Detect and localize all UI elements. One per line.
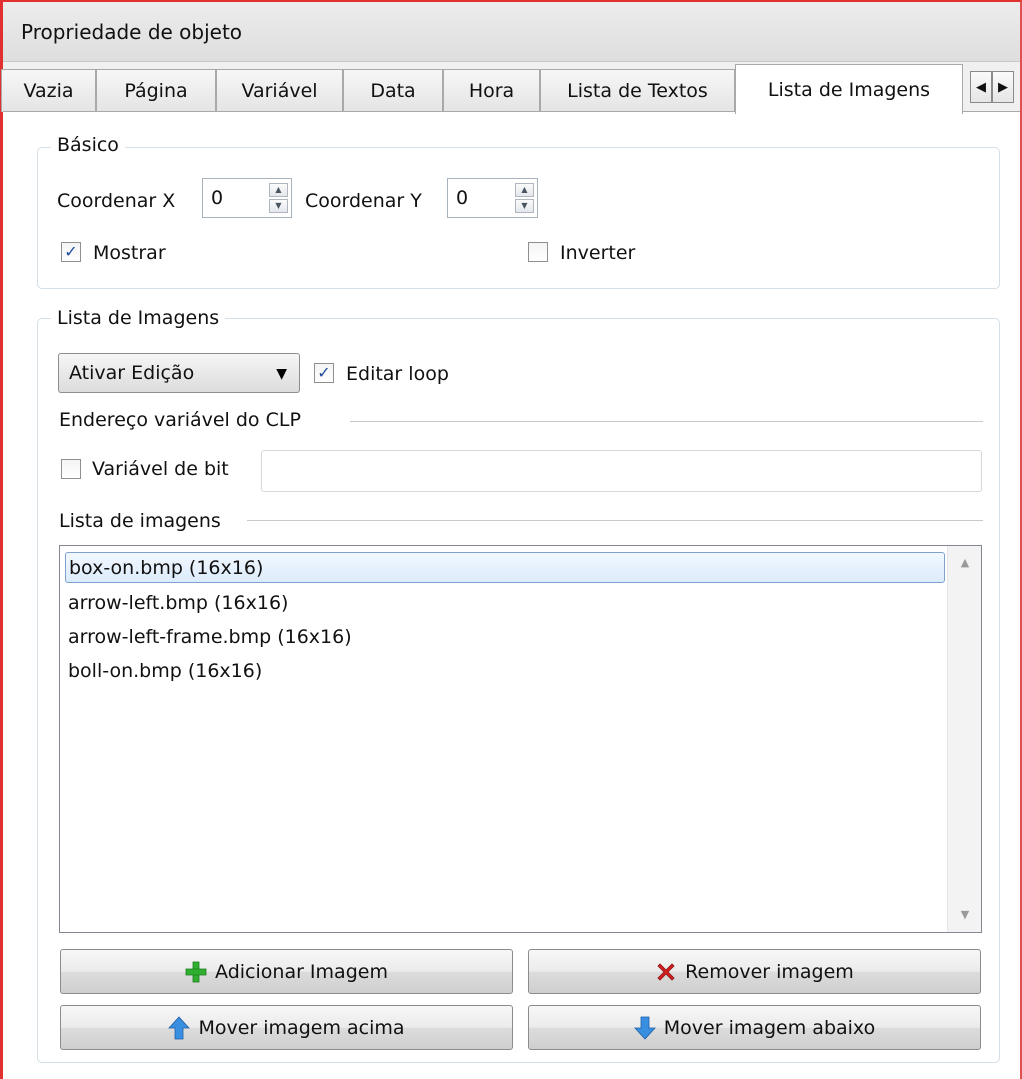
scroll-up-icon[interactable]: ▲: [948, 548, 982, 578]
tab-variavel[interactable]: Variável: [216, 69, 343, 112]
red-x-icon: [657, 962, 675, 981]
tab-label: Lista de Textos: [567, 80, 708, 102]
chevron-down-icon: ▼: [276, 366, 287, 382]
list-item-label: box-on.bmp (16x16): [69, 556, 264, 579]
tab-hora[interactable]: Hora: [443, 69, 540, 112]
mostrar-checkbox[interactable]: ✓: [61, 242, 81, 262]
spin-down-icon[interactable]: ▼: [515, 199, 534, 213]
arrow-up-icon: [168, 1015, 191, 1039]
checkmark-icon: ✓: [317, 363, 331, 382]
basico-group: [37, 147, 1000, 289]
tab-label: Página: [124, 80, 188, 102]
coord-x-spinbox[interactable]: 0 ▲ ▼: [202, 178, 292, 218]
lista-separator: [247, 520, 983, 521]
plus-icon: [185, 961, 207, 982]
mode-select-value: Ativar Edição: [69, 362, 195, 384]
list-item[interactable]: arrow-left-frame.bmp (16x16): [65, 621, 945, 652]
inverter-checkbox[interactable]: [528, 242, 548, 262]
list-item[interactable]: boll-on.bmp (16x16): [65, 655, 945, 686]
coord-y-value: 0: [456, 187, 469, 209]
basico-group-title: Básico: [51, 134, 125, 156]
tab-label: Data: [370, 80, 416, 102]
move-down-button[interactable]: Mover imagem abaixo: [528, 1005, 981, 1050]
tab-lista-de-textos[interactable]: Lista de Textos: [540, 69, 735, 112]
endereco-separator: [350, 421, 983, 422]
tab-label: Hora: [468, 80, 515, 102]
spin-down-icon[interactable]: ▼: [269, 199, 288, 213]
list-item[interactable]: box-on.bmp (16x16): [65, 552, 945, 583]
tab-content: Básico Coordenar X 0 ▲ ▼ Coordenar Y 0 ▲ ▼…: [3, 111, 1020, 1079]
list-item-label: boll-on.bmp (16x16): [68, 659, 263, 682]
arrow-down-icon: [633, 1016, 656, 1040]
coord-y-spinbox[interactable]: 0 ▲ ▼: [447, 178, 538, 218]
tab-lista-de-imagens[interactable]: Lista de Imagens: [735, 64, 963, 114]
spin-up-icon[interactable]: ▲: [269, 183, 288, 197]
coord-y-label: Coordenar Y: [305, 190, 422, 212]
add-image-label: Adicionar Imagem: [215, 960, 388, 983]
scroll-down-icon[interactable]: ▼: [948, 900, 982, 930]
image-listbox[interactable]: box-on.bmp (16x16) arrow-left.bmp (16x16…: [59, 545, 982, 933]
tab-pagina[interactable]: Página: [96, 69, 216, 112]
lista-imagens-group-title: Lista de Imagens: [51, 307, 226, 329]
editar-loop-label: Editar loop: [346, 363, 449, 385]
add-image-button[interactable]: Adicionar Imagem: [60, 949, 513, 994]
lista-label: Lista de imagens: [59, 510, 221, 532]
variavel-bit-input[interactable]: [261, 450, 982, 492]
list-scrollbar[interactable]: ▲ ▼: [947, 546, 981, 932]
remove-image-label: Remover imagem: [685, 960, 854, 983]
list-item[interactable]: arrow-left.bmp (16x16): [65, 587, 945, 618]
checkmark-icon: ✓: [64, 242, 78, 261]
tab-label: Lista de Imagens: [767, 78, 931, 101]
coord-x-label: Coordenar X: [57, 190, 176, 212]
tab-scroll-left-icon[interactable]: ◀: [970, 71, 992, 103]
tab-vazia[interactable]: Vazia: [1, 69, 96, 112]
editar-loop-checkbox[interactable]: ✓: [314, 363, 334, 383]
inverter-label: Inverter: [560, 242, 636, 264]
tab-data[interactable]: Data: [343, 69, 443, 112]
window-title: Propriedade de objeto: [3, 2, 1020, 62]
mostrar-label: Mostrar: [93, 242, 166, 264]
list-item-label: arrow-left.bmp (16x16): [68, 591, 289, 614]
variavel-bit-checkbox[interactable]: [61, 459, 81, 479]
move-down-label: Mover imagem abaixo: [663, 1016, 876, 1039]
move-up-button[interactable]: Mover imagem acima: [60, 1005, 513, 1050]
tab-scroll-right-icon[interactable]: ▶: [992, 71, 1014, 103]
window-title-text: Propriedade de objeto: [21, 19, 243, 44]
mode-select[interactable]: Ativar Edição ▼: [58, 353, 300, 393]
tab-label: Vazia: [23, 80, 74, 102]
tab-bar: Vazia Página Variável Data Hora Lista de…: [1, 62, 1020, 114]
variavel-bit-label: Variável de bit: [92, 458, 229, 480]
tab-label: Variável: [241, 80, 318, 102]
list-item-label: arrow-left-frame.bmp (16x16): [68, 625, 352, 648]
endereco-label: Endereço variável do CLP: [59, 409, 301, 431]
move-up-label: Mover imagem acima: [198, 1016, 405, 1039]
remove-image-button[interactable]: Remover imagem: [528, 949, 981, 994]
coord-x-value: 0: [211, 187, 224, 209]
spin-up-icon[interactable]: ▲: [515, 183, 534, 197]
